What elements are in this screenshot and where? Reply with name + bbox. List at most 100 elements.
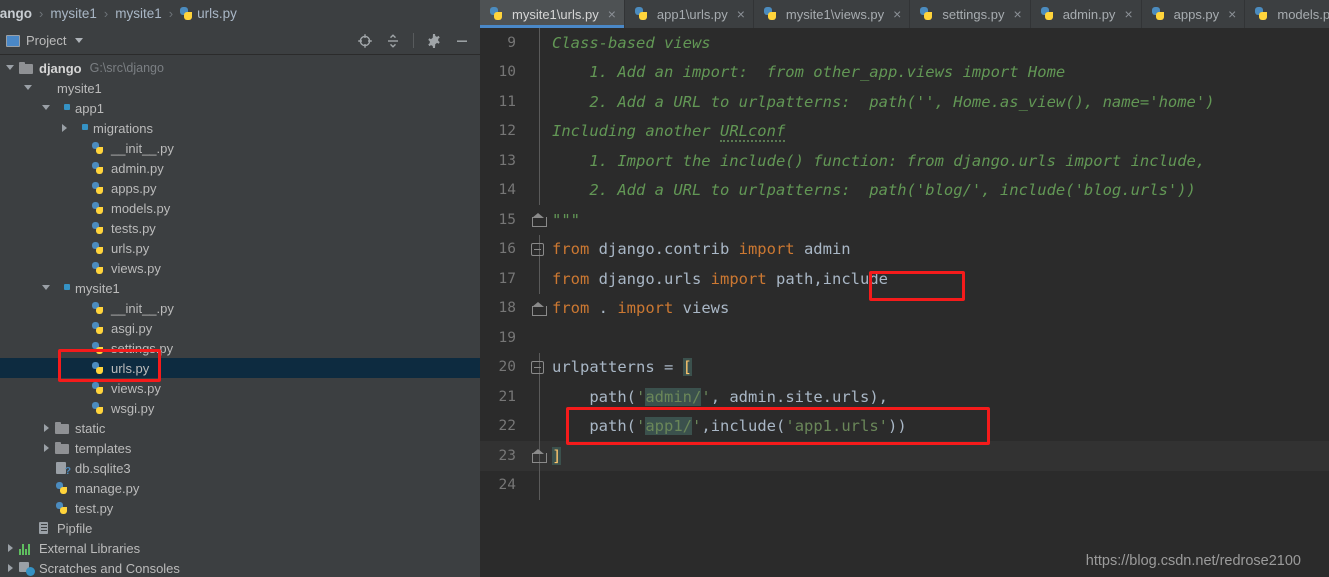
chevron-down-icon[interactable] xyxy=(24,83,34,93)
fold-gutter[interactable] xyxy=(528,234,550,264)
close-icon[interactable]: × xyxy=(893,6,901,22)
code-line[interactable]: 12 Including another URLconf xyxy=(480,116,1329,146)
chevron-down-icon[interactable] xyxy=(42,103,52,113)
tree-item-urls-py[interactable]: urls.py xyxy=(0,238,480,258)
fold-gutter[interactable] xyxy=(528,441,550,471)
fold-gutter[interactable] xyxy=(528,28,550,58)
chevron-down-icon[interactable] xyxy=(6,63,16,73)
close-icon[interactable]: × xyxy=(1228,6,1236,22)
tree-item---init---py[interactable]: __init__.py xyxy=(0,298,480,318)
fold-gutter[interactable] xyxy=(528,264,550,294)
code-line[interactable]: 10 1. Add an import: from other_app.view… xyxy=(480,57,1329,87)
code-line[interactable]: 23] xyxy=(480,441,1329,471)
fold-gutter[interactable] xyxy=(528,411,550,441)
code-line[interactable]: 19 xyxy=(480,323,1329,353)
tree-item-db-sqlite3[interactable]: db.sqlite3 xyxy=(0,458,480,478)
tree-item-views-py[interactable]: views.py xyxy=(0,258,480,278)
chevron-right-icon[interactable] xyxy=(6,543,16,553)
gear-icon[interactable] xyxy=(426,33,442,49)
editor-tab-app1-urls-py[interactable]: app1\urls.py × xyxy=(624,0,754,28)
fold-collapse-icon[interactable] xyxy=(531,242,544,256)
fold-gutter[interactable] xyxy=(528,87,550,117)
close-icon[interactable]: × xyxy=(1014,6,1022,22)
tree-item-app1[interactable]: app1 xyxy=(0,98,480,118)
fold-gutter[interactable] xyxy=(528,116,550,146)
editor-tab-models-py[interactable]: models.py× xyxy=(1245,0,1329,28)
editor-tab-mysite1-views-py[interactable]: mysite1\views.py × xyxy=(753,0,911,28)
tree-item-manage-py[interactable]: manage.py xyxy=(0,478,480,498)
tree-item-mysite1[interactable]: mysite1 xyxy=(0,278,480,298)
tree-item-models-py[interactable]: models.py xyxy=(0,198,480,218)
tree-item-settings-py[interactable]: settings.py xyxy=(0,338,480,358)
chevron-right-icon[interactable] xyxy=(42,423,52,433)
locate-icon[interactable] xyxy=(357,33,373,49)
chevron-down-icon[interactable] xyxy=(42,283,52,293)
tree-item-external-libraries[interactable]: External Libraries xyxy=(0,538,480,558)
tree-item-apps-py[interactable]: apps.py xyxy=(0,178,480,198)
chevron-down-icon[interactable] xyxy=(75,38,84,43)
editor-tab-label: apps.py xyxy=(1173,6,1220,22)
code-line[interactable]: 11 2. Add a URL to urlpatterns: path('',… xyxy=(480,87,1329,117)
tree-item-test-py[interactable]: test.py xyxy=(0,498,480,518)
breadcrumb-item-file[interactable]: urls.py xyxy=(180,6,237,21)
tree-item-tests-py[interactable]: tests.py xyxy=(0,218,480,238)
fold-gutter[interactable] xyxy=(528,352,550,382)
tree-item-templates[interactable]: templates xyxy=(0,438,480,458)
code-editor[interactable]: 9 Class-based views 10 1. Add an import: f… xyxy=(480,28,1329,577)
tree-item-urls-py[interactable]: urls.py xyxy=(0,358,480,378)
fold-gutter[interactable] xyxy=(528,146,550,176)
fold-end-icon[interactable] xyxy=(532,213,547,227)
chevron-right-icon[interactable] xyxy=(6,563,16,573)
editor-tab-apps-py[interactable]: apps.py × xyxy=(1141,0,1246,28)
fold-end-icon[interactable] xyxy=(532,301,547,316)
fold-gutter[interactable] xyxy=(528,382,550,412)
editor-tab-settings-py[interactable]: settings.py × xyxy=(910,0,1031,28)
fold-gutter[interactable] xyxy=(528,175,550,205)
code-line[interactable]: 20 urlpatterns = [ xyxy=(480,352,1329,382)
breadcrumb-item-mysite1-inner[interactable]: mysite1 xyxy=(115,6,162,21)
code-line[interactable]: 21 path('admin/', admin.site.urls), xyxy=(480,382,1329,412)
tree-item-mysite1[interactable]: mysite1 xyxy=(0,78,480,98)
minimize-icon[interactable] xyxy=(454,33,470,49)
breadcrumb-item-project[interactable]: jango xyxy=(0,6,32,21)
code-line[interactable]: 22 path('app1/',include('app1.urls')) xyxy=(480,411,1329,441)
chevron-right-icon[interactable] xyxy=(42,443,52,453)
fold-gutter[interactable] xyxy=(528,323,550,353)
fold-gutter[interactable] xyxy=(528,470,550,500)
code-line[interactable]: 14 2. Add a URL to urlpatterns: path('bl… xyxy=(480,175,1329,205)
tree-item-wsgi-py[interactable]: wsgi.py xyxy=(0,398,480,418)
code-line[interactable]: 17 from django.urls import path,include xyxy=(480,264,1329,294)
code-line[interactable]: 18 from . import views xyxy=(480,294,1329,324)
tree-item-admin-py[interactable]: admin.py xyxy=(0,158,480,178)
tree-item-asgi-py[interactable]: asgi.py xyxy=(0,318,480,338)
tree-item-pipfile[interactable]: Pipfile xyxy=(0,518,480,538)
code-line[interactable]: 24 xyxy=(480,470,1329,500)
close-icon[interactable]: × xyxy=(1124,6,1132,22)
close-icon[interactable]: × xyxy=(737,6,745,22)
project-file-tree[interactable]: django G:\src\django mysite1 app1 migrations… xyxy=(0,55,480,577)
collapse-all-icon[interactable] xyxy=(385,33,401,49)
code-token: . xyxy=(589,299,618,318)
editor-tab-admin-py[interactable]: admin.py × xyxy=(1030,0,1142,28)
tree-item-migrations[interactable]: migrations xyxy=(0,118,480,138)
tree-item-static[interactable]: static xyxy=(0,418,480,438)
tree-item-scratches-and-consoles[interactable]: Scratches and Consoles xyxy=(0,558,480,577)
code-line[interactable]: 9 Class-based views xyxy=(480,28,1329,58)
code-line[interactable]: 15 """ xyxy=(480,205,1329,235)
editor-tab-mysite1-urls-py[interactable]: mysite1\urls.py × xyxy=(480,0,625,28)
chevron-right-icon[interactable] xyxy=(60,123,70,133)
tree-item---init---py[interactable]: __init__.py xyxy=(0,138,480,158)
close-icon[interactable]: × xyxy=(608,6,616,22)
tree-item-django[interactable]: django G:\src\django xyxy=(0,58,480,78)
tree-item-views-py[interactable]: views.py xyxy=(0,378,480,398)
editor-tab-bar[interactable]: mysite1\urls.py × app1\urls.py × mysite1\vie… xyxy=(480,0,1329,28)
fold-gutter[interactable] xyxy=(528,294,550,324)
breadcrumb-item-mysite1-outer[interactable]: mysite1 xyxy=(50,6,97,21)
fold-gutter[interactable] xyxy=(528,205,550,235)
code-line[interactable]: 16 from django.contrib import admin xyxy=(480,234,1329,264)
project-panel-title[interactable]: Project xyxy=(6,33,84,48)
fold-collapse-icon[interactable] xyxy=(531,360,544,374)
fold-gutter[interactable] xyxy=(528,57,550,87)
fold-end-icon[interactable] xyxy=(532,449,547,463)
code-line[interactable]: 13 1. Import the include() function: fro… xyxy=(480,146,1329,176)
